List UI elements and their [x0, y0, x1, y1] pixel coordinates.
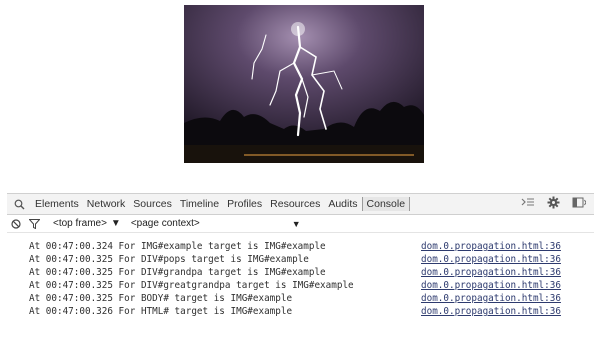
- console-message-text: At 00:47:00.325 For DIV#grandpa target i…: [29, 267, 326, 278]
- console-message: At 00:47:00.326 For HTML# target is IMG#…: [7, 305, 594, 318]
- console-message-text: At 00:47:00.325 For DIV#greatgrandpa tar…: [29, 280, 354, 291]
- console-message-text: At 00:47:00.325 For BODY# target is IMG#…: [29, 293, 293, 304]
- clear-console-icon[interactable]: [7, 215, 25, 232]
- console-message: At 00:47:00.325 For DIV#pops target is I…: [7, 253, 594, 266]
- console-source-link[interactable]: dom.0.propagation.html:36: [421, 266, 561, 279]
- tab-sources[interactable]: Sources: [129, 194, 176, 214]
- console-filter-bar: <top frame> ▼ <page context> ▼: [7, 215, 594, 233]
- console-message: At 00:47:00.325 For BODY# target is IMG#…: [7, 292, 594, 305]
- frame-select[interactable]: <top frame> ▼: [53, 218, 121, 229]
- devtools-panel: Elements Network Sources Timeline Profil…: [7, 193, 594, 338]
- console-source-link[interactable]: dom.0.propagation.html:36: [421, 305, 561, 318]
- devtools-tab-bar: Elements Network Sources Timeline Profil…: [7, 194, 594, 215]
- console-message-text: At 00:47:00.326 For HTML# target is IMG#…: [29, 306, 293, 317]
- dropdown-arrow-icon: ▼: [110, 218, 121, 229]
- lightning-photo: [184, 5, 424, 163]
- console-log: At 00:47:00.324 For IMG#example target i…: [7, 240, 594, 318]
- dock-icon[interactable]: [572, 197, 587, 211]
- console-message: At 00:47:00.324 For IMG#example target i…: [7, 240, 594, 253]
- tab-console[interactable]: Console: [361, 197, 411, 211]
- search-icon[interactable]: [7, 194, 31, 214]
- tab-profiles[interactable]: Profiles: [223, 194, 266, 214]
- dropdown-arrow-icon: ▼: [291, 218, 301, 229]
- devtools-toolbar-right: [521, 196, 594, 212]
- console-source-link[interactable]: dom.0.propagation.html:36: [421, 279, 561, 292]
- console-message-text: At 00:47:00.325 For DIV#pops target is I…: [29, 254, 309, 265]
- show-drawer-icon[interactable]: [521, 197, 535, 211]
- console-message-text: At 00:47:00.324 For IMG#example target i…: [29, 241, 326, 252]
- console-source-link[interactable]: dom.0.propagation.html:36: [421, 292, 561, 305]
- tab-network[interactable]: Network: [83, 194, 130, 214]
- tab-resources[interactable]: Resources: [266, 194, 324, 214]
- context-select-value: <page context>: [130, 218, 200, 229]
- console-message: At 00:47:00.325 For DIV#greatgrandpa tar…: [7, 279, 594, 292]
- console-source-link[interactable]: dom.0.propagation.html:36: [421, 240, 561, 253]
- console-message: At 00:47:00.325 For DIV#grandpa target i…: [7, 266, 594, 279]
- gear-icon[interactable]: [547, 196, 560, 212]
- tab-timeline[interactable]: Timeline: [176, 194, 223, 214]
- frame-select-value: <top frame>: [53, 218, 107, 229]
- context-select[interactable]: <page context> ▼: [131, 218, 301, 229]
- console-source-link[interactable]: dom.0.propagation.html:36: [421, 253, 561, 266]
- tab-elements[interactable]: Elements: [31, 194, 83, 214]
- tab-audits[interactable]: Audits: [324, 194, 361, 214]
- filter-icon[interactable]: [25, 215, 43, 232]
